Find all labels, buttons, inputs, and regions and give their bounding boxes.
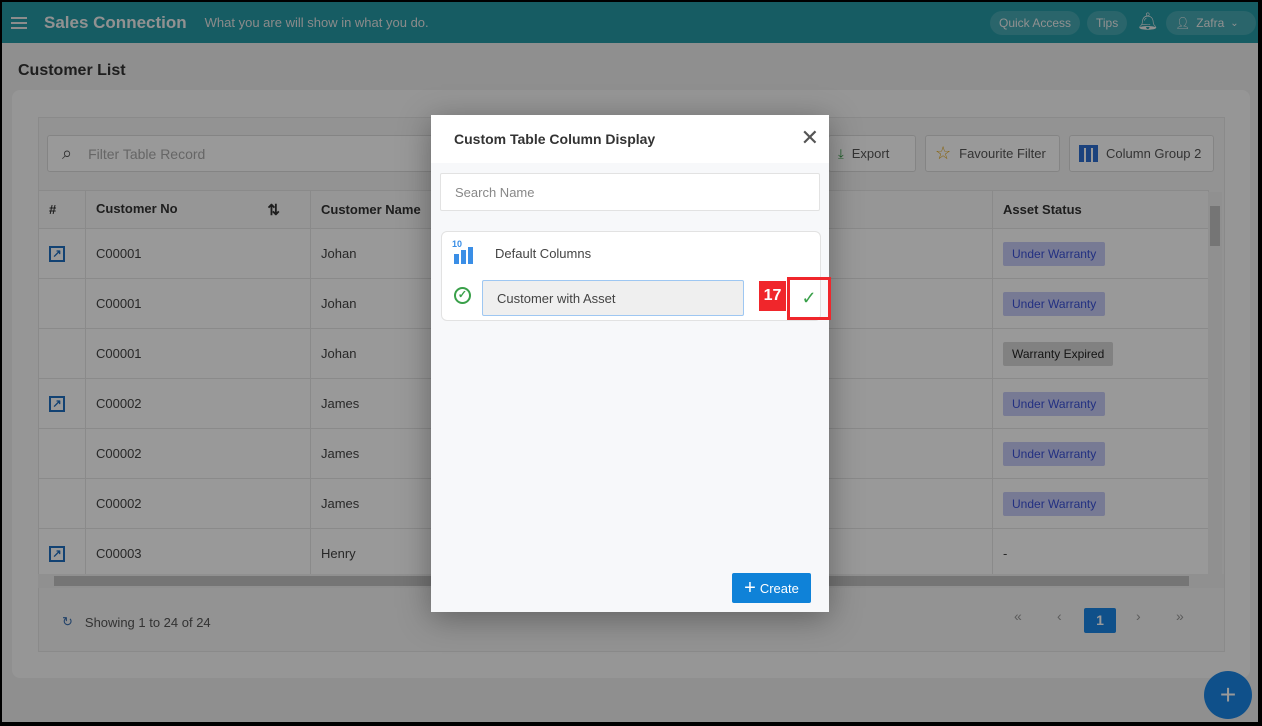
preset-default-columns[interactable]: 10 Default Columns [452,239,592,264]
column-preset-list: 10 Default Columns ✓ Customer with Asset… [441,231,831,321]
create-label: Create [759,580,799,596]
confirm-button[interactable]: ✓ [787,277,831,320]
column-chart-icon: 10 [452,239,474,264]
preset-label: Default Columns [495,245,592,261]
preset-name-input[interactable]: Customer with Asset [482,280,744,316]
create-button[interactable]: + Create [732,573,811,603]
plus-icon: + [744,577,756,599]
check-icon: ✓ [801,288,817,308]
column-display-modal: Custom Table Column Display ✕ Search Nam… [431,115,831,612]
modal-title: Custom Table Column Display [454,131,656,147]
search-name-input[interactable]: Search Name [440,173,820,211]
check-circle-icon: ✓ [454,287,471,304]
annotation-badge: 17 [759,281,786,311]
close-icon[interactable]: ✕ [801,125,819,151]
modal-header: Custom Table Column Display ✕ [431,115,829,163]
